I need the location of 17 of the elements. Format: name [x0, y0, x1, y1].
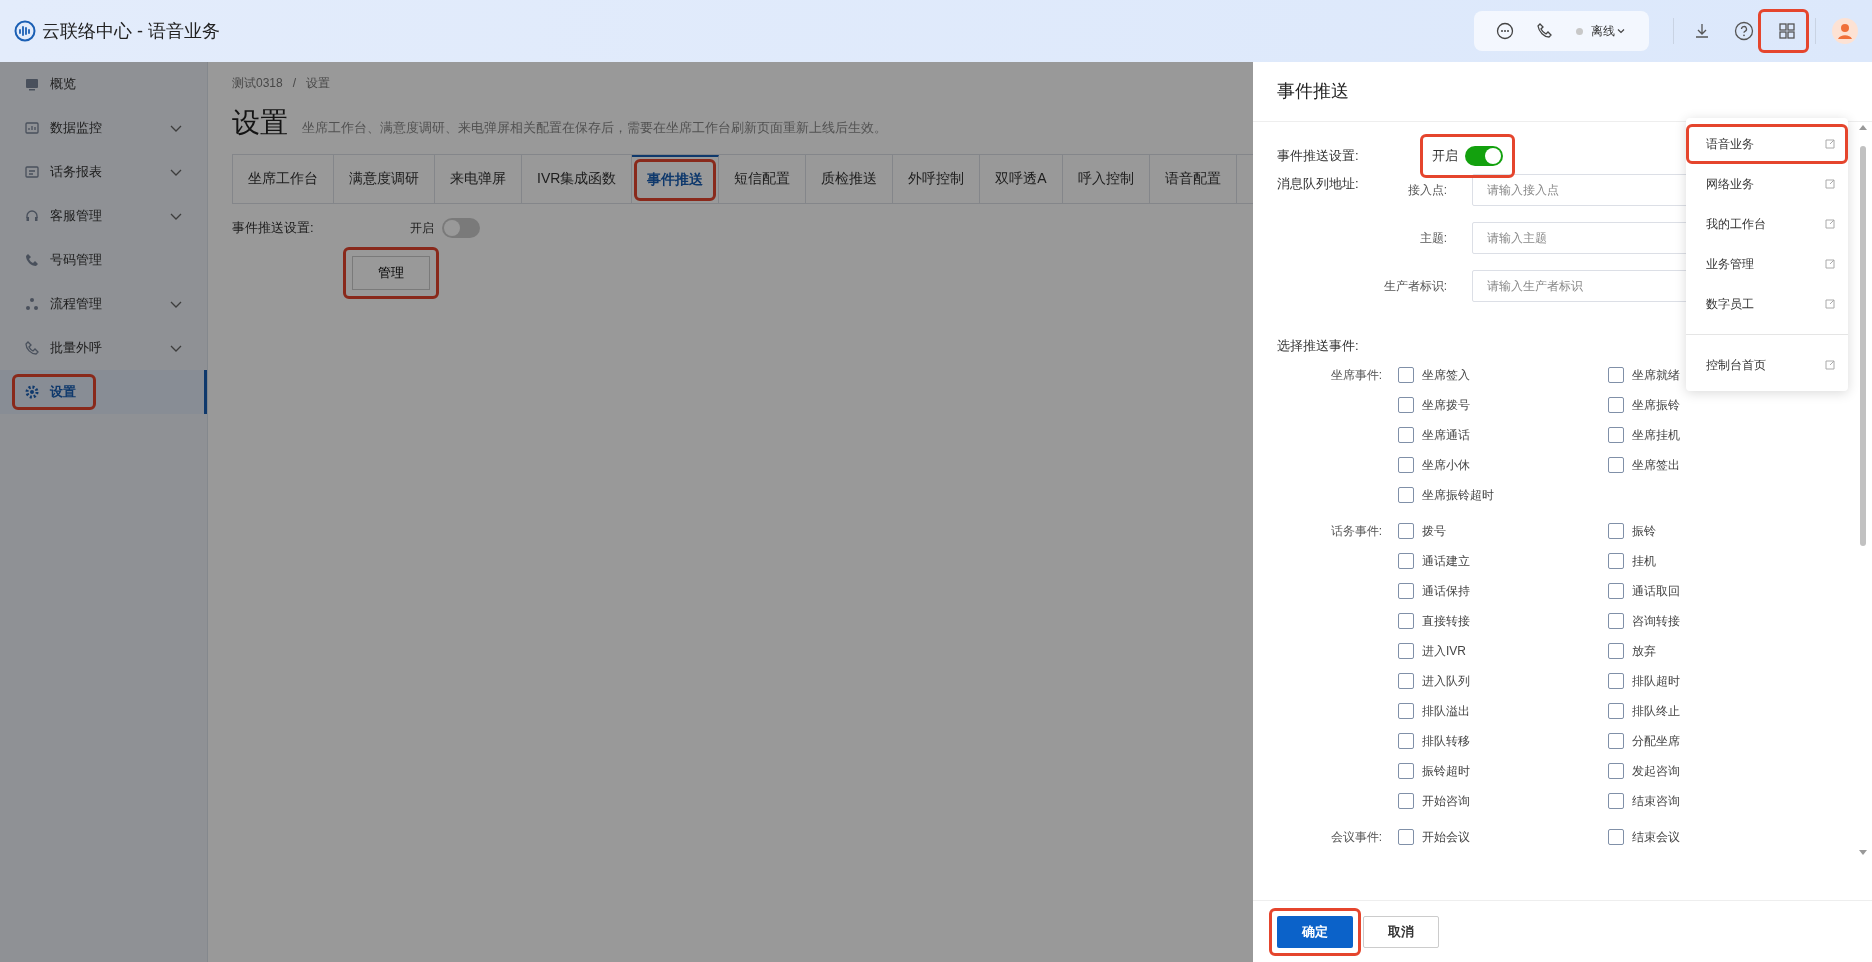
section-label: 消息队列地址:: [1277, 176, 1359, 191]
switch-label: 开启: [1432, 147, 1458, 166]
app-title: 云联络中心 - 语音业务: [42, 19, 220, 43]
drawer-title: 事件推送: [1277, 80, 1349, 103]
field-label: 主题:: [1418, 230, 1448, 247]
section-label: 选择推送事件:: [1277, 337, 1360, 355]
page-note: 坐席工作台、满意度调研、来电弹屏相关配置在保存后，需要在坐席工作台刷新页面重新上线后生效。: [302, 119, 887, 137]
field-label: 接入点:: [1406, 182, 1448, 199]
setting-label: 事件推送设置:: [1277, 147, 1360, 166]
group-label: 话务事件:: [1330, 523, 1382, 538]
switch-label: 开启: [409, 219, 434, 237]
page-title: 设置: [232, 106, 288, 140]
group-label: 坐席事件:: [1330, 367, 1382, 382]
field-label: 生产者标识:: [1382, 278, 1448, 295]
breadcrumb-separator: /: [292, 75, 297, 92]
setting-label: 事件推送设置:: [232, 218, 314, 237]
group-label: 会议事件:: [1330, 829, 1382, 844]
